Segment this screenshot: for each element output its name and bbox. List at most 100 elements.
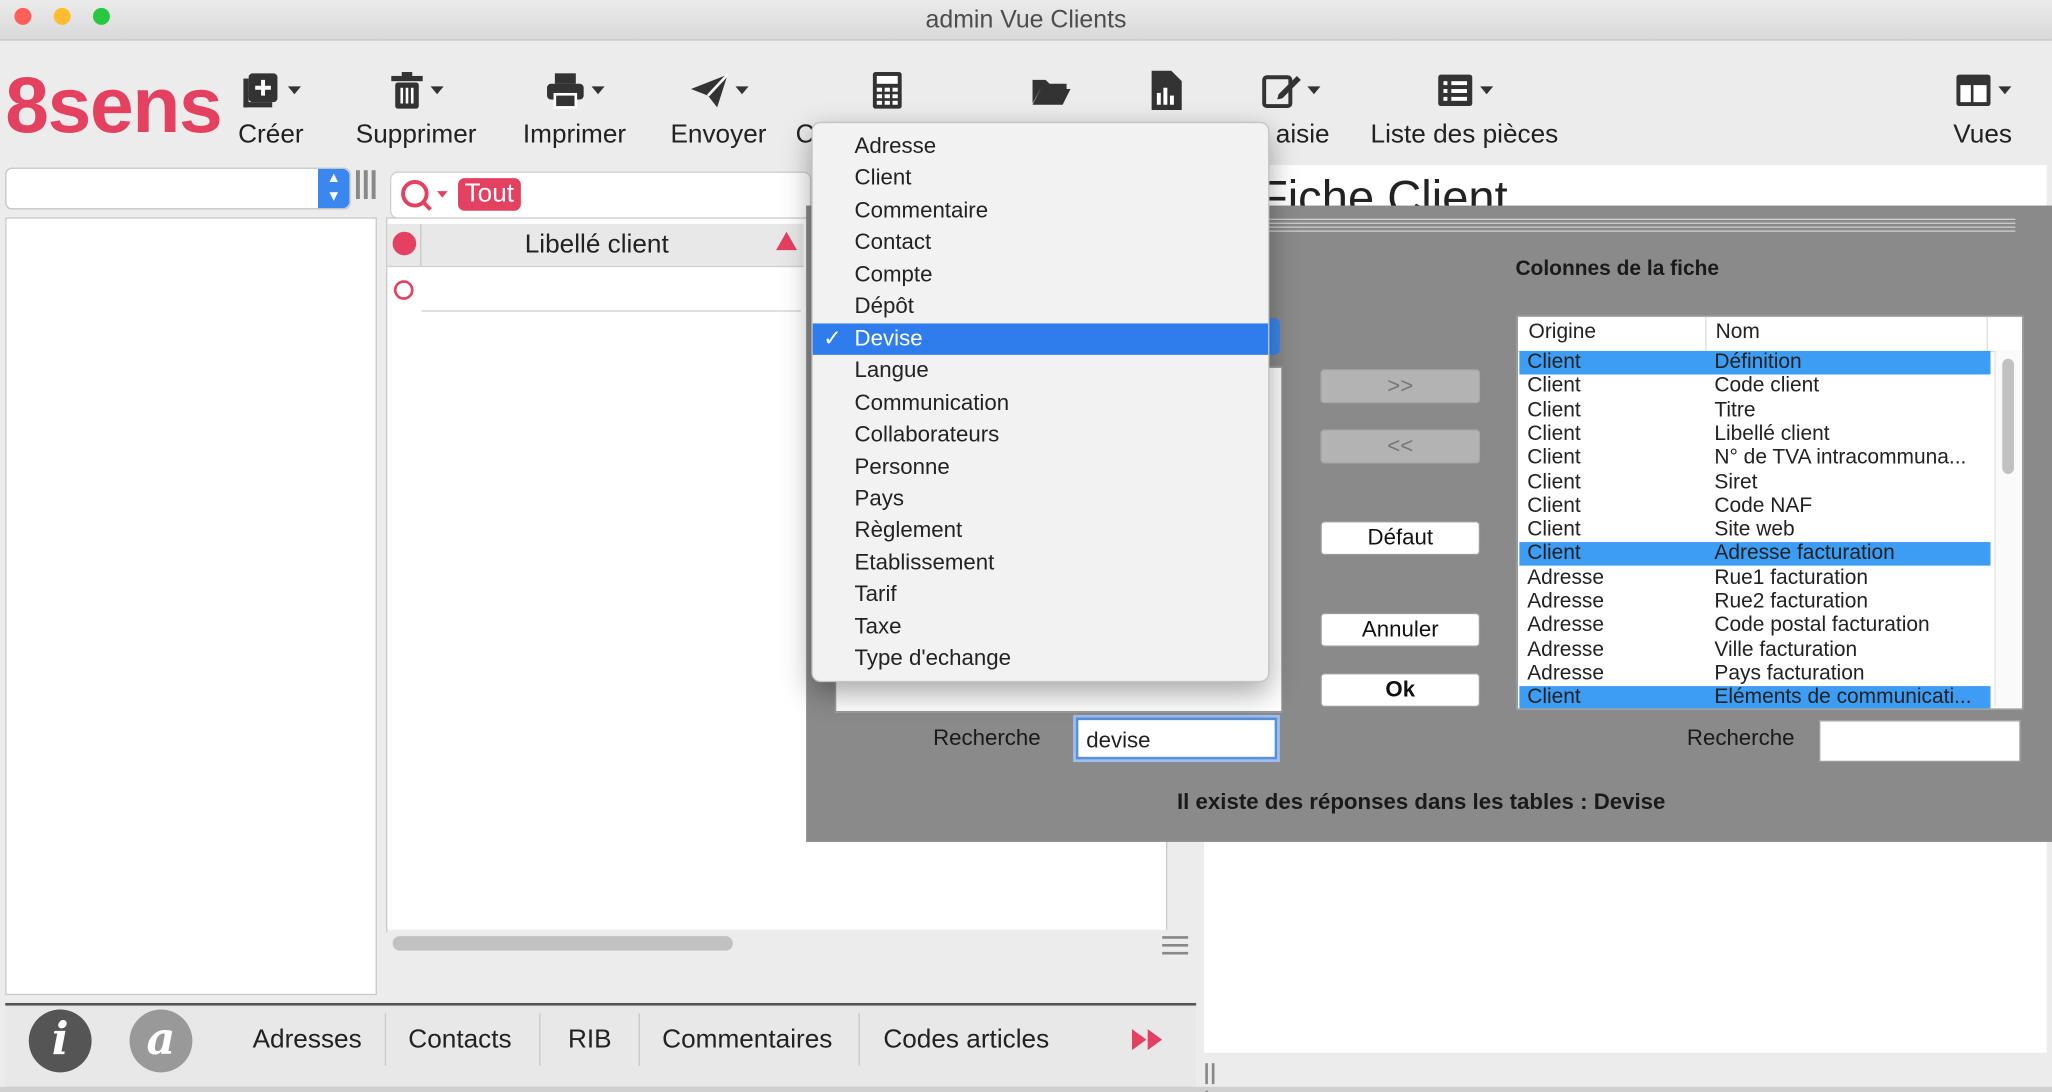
vues-button[interactable]: Vues xyxy=(1947,65,2018,150)
add-column-button[interactable]: >> xyxy=(1320,369,1481,404)
column-row[interactable]: Client Titre xyxy=(1519,399,1990,423)
column-row[interactable]: Client Adresse facturation xyxy=(1519,542,1991,567)
menu-item-label: Etablissement xyxy=(854,549,995,575)
row-status-icon xyxy=(393,280,414,300)
sort-ascending-icon[interactable] xyxy=(776,231,797,251)
column-row[interactable]: Client Code client xyxy=(1519,375,1990,399)
column-row[interactable]: Client Code NAF xyxy=(1519,495,1990,519)
menu-item[interactable]: Taxe xyxy=(813,611,1268,642)
search-field[interactable]: Tout xyxy=(389,171,812,219)
menu-item[interactable]: Langue xyxy=(813,355,1268,386)
at-icon[interactable]: a xyxy=(129,1009,193,1073)
list-icon xyxy=(1438,74,1473,107)
list-header: Libellé client xyxy=(387,223,804,268)
menu-item-label: Personne xyxy=(854,453,950,479)
menu-item[interactable]: Adresse xyxy=(813,131,1268,162)
horizontal-scrollbar[interactable] xyxy=(387,929,1191,959)
row-origine: Client xyxy=(1527,494,1581,517)
tab-contacts[interactable]: Contacts xyxy=(408,1025,511,1055)
stepper-arrows-icon[interactable]: ▲ ▼ xyxy=(318,168,350,209)
menu-item[interactable]: Pays xyxy=(813,483,1268,514)
remove-column-button[interactable]: << xyxy=(1320,429,1481,464)
menu-item-label: Collaborateurs xyxy=(854,421,1000,447)
menu-item[interactable]: Commentaire xyxy=(813,195,1268,226)
liste-des-pieces-button[interactable]: Liste des pièces xyxy=(1364,65,1566,150)
column-row[interactable]: Client Libellé client xyxy=(1519,423,1990,447)
column-header-libelle[interactable]: Libellé client xyxy=(421,230,772,260)
column-row[interactable]: Client Site web xyxy=(1519,519,1990,543)
supprimer-button[interactable]: Supprimer xyxy=(351,65,482,150)
splitter-grip-icon[interactable] xyxy=(1205,1063,1223,1092)
menu-item[interactable]: Tarif xyxy=(813,579,1268,610)
info-icon[interactable]: i xyxy=(28,1009,92,1073)
column-row[interactable]: Client Siret xyxy=(1519,471,1990,495)
menu-item[interactable]: Compte xyxy=(813,259,1268,290)
app-logo: 8sens xyxy=(5,61,222,150)
column-header-nom[interactable]: Nom xyxy=(1716,321,1760,345)
chevron-down-icon xyxy=(591,86,605,95)
rapport-button[interactable] xyxy=(1146,65,1185,115)
selected-columns-list[interactable]: Origine Nom Client Définition Client Code c… xyxy=(1516,315,2024,710)
columns-title: Colonnes de la fiche xyxy=(1515,257,1720,281)
filter-chip-tout[interactable]: Tout xyxy=(458,178,521,211)
vertical-scrollbar[interactable] xyxy=(1994,350,2022,708)
menu-item-label: Devise xyxy=(854,325,923,351)
search-input-left[interactable]: devise xyxy=(1075,717,1278,760)
menu-item[interactable]: Collaborateurs xyxy=(813,419,1268,450)
menu-item[interactable]: Client xyxy=(813,163,1268,194)
row-origine: Client xyxy=(1527,446,1581,469)
row-nom: Libellé client xyxy=(1714,422,1830,446)
row-nom: Eléments de communicati... xyxy=(1714,686,1972,709)
menu-item[interactable]: Règlement xyxy=(813,515,1268,546)
selected-columns-header: Origine Nom xyxy=(1518,316,2022,353)
menu-item[interactable]: Etablissement xyxy=(813,547,1268,578)
column-row[interactable]: Client N° de TVA intracommuna... xyxy=(1519,447,1990,471)
menu-item[interactable]: ✓ Devise xyxy=(812,323,1269,355)
menu-item-label: Pays xyxy=(854,485,905,511)
column-header-origine[interactable]: Origine xyxy=(1529,321,1596,345)
scrollbar-thumb[interactable] xyxy=(2002,358,2015,474)
menu-item[interactable]: Dépôt xyxy=(813,291,1268,322)
ouvrir-button[interactable] xyxy=(1029,65,1073,115)
splitter-grip-icon[interactable] xyxy=(355,170,380,205)
default-button[interactable]: Défaut xyxy=(1320,521,1481,556)
column-row[interactable]: Adresse Rue1 facturation xyxy=(1519,567,1990,591)
report-document-icon xyxy=(1151,70,1182,110)
column-row[interactable]: Adresse Ville facturation xyxy=(1519,638,1990,662)
vues-label: Vues xyxy=(1953,120,2012,150)
menu-item[interactable]: Personne xyxy=(813,451,1268,482)
creer-button[interactable]: Créer xyxy=(230,65,311,150)
search-icon[interactable] xyxy=(399,178,451,212)
column-row[interactable]: Adresse Rue2 facturation xyxy=(1519,591,1990,615)
column-row[interactable]: Adresse Pays facturation xyxy=(1519,662,1990,686)
menu-item-label: Type d'echange xyxy=(854,645,1011,671)
menu-item-label: Tarif xyxy=(854,581,897,607)
row-origine: Adresse xyxy=(1527,638,1605,661)
tab-rib[interactable]: RIB xyxy=(568,1025,612,1055)
cancel-button[interactable]: Annuler xyxy=(1320,612,1481,647)
row-nom: Site web xyxy=(1714,518,1795,541)
row-origine: Client xyxy=(1527,470,1581,493)
imprimer-button[interactable]: Imprimer xyxy=(518,65,631,150)
tab-commentaires[interactable]: Commentaires xyxy=(662,1025,832,1055)
column-row[interactable]: Adresse Code postal facturation xyxy=(1519,614,1990,638)
tab-adresses[interactable]: Adresses xyxy=(253,1025,362,1055)
double-arrow-right-icon[interactable] xyxy=(1131,1028,1165,1052)
envoyer-button[interactable]: Envoyer xyxy=(667,65,769,150)
menu-item[interactable]: Communication xyxy=(813,387,1268,418)
menu-item[interactable]: Type d'echange xyxy=(813,643,1268,674)
column-row[interactable]: Client Définition xyxy=(1519,350,1991,375)
checkmark-icon: ✓ xyxy=(823,325,842,351)
search-input-right[interactable] xyxy=(1819,720,2021,763)
scrollbar-thumb[interactable] xyxy=(392,936,733,951)
menu-item[interactable]: Contact xyxy=(813,227,1268,258)
calculator-icon xyxy=(872,72,902,109)
ok-button[interactable]: Ok xyxy=(1320,673,1481,708)
tab-codes-articles[interactable]: Codes articles xyxy=(883,1025,1049,1055)
left-filter-combobox[interactable]: ▲ ▼ xyxy=(5,167,351,210)
chevron-down-icon xyxy=(287,86,301,95)
column-row[interactable]: Client Eléments de communicati... xyxy=(1519,686,1991,709)
menu-lines-icon[interactable] xyxy=(1162,935,1189,956)
layout-icon xyxy=(1956,74,1991,107)
row-nom: Code postal facturation xyxy=(1714,614,1930,637)
